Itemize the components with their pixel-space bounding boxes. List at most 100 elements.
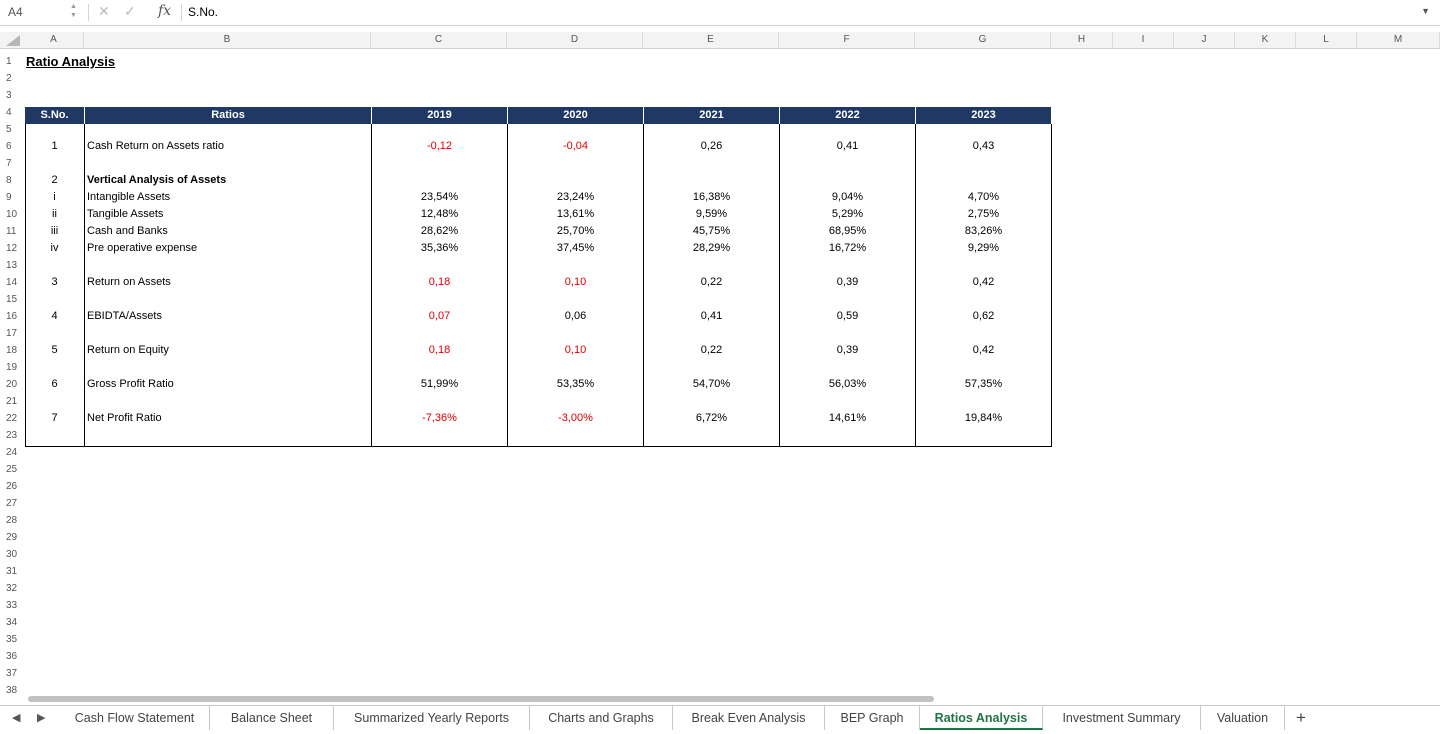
value-cell[interactable]: 0,10 xyxy=(508,342,643,359)
value-cell[interactable]: 0,43 xyxy=(916,138,1051,155)
row-header[interactable]: 14 xyxy=(0,274,24,291)
value-cell[interactable]: 23,24% xyxy=(508,189,643,206)
value-cell[interactable]: 14,61% xyxy=(780,410,915,427)
value-cell[interactable]: 12,48% xyxy=(372,206,507,223)
ratio-label-cell[interactable]: Intangible Assets xyxy=(87,189,170,206)
row-header[interactable]: 34 xyxy=(0,614,24,631)
row-header[interactable]: 2 xyxy=(0,70,24,87)
value-cell[interactable]: 9,59% xyxy=(644,206,779,223)
sheet-tab[interactable]: Ratios Analysis xyxy=(920,706,1043,730)
row-header[interactable]: 35 xyxy=(0,631,24,648)
sno-cell[interactable]: 1 xyxy=(25,138,84,155)
column-header[interactable]: G xyxy=(915,32,1051,48)
value-cell[interactable]: 0,22 xyxy=(644,274,779,291)
ratio-label-cell[interactable]: Net Profit Ratio xyxy=(87,410,162,427)
row-header[interactable]: 22 xyxy=(0,410,24,427)
value-cell[interactable]: -3,00% xyxy=(508,410,643,427)
sheet-tab[interactable]: BEP Graph xyxy=(825,706,920,730)
row-header[interactable]: 36 xyxy=(0,648,24,665)
value-cell[interactable]: 45,75% xyxy=(644,223,779,240)
ratio-label-cell[interactable]: Gross Profit Ratio xyxy=(87,376,174,393)
row-header[interactable]: 28 xyxy=(0,512,24,529)
x-icon[interactable]: ✕ xyxy=(98,3,110,20)
row-header[interactable]: 26 xyxy=(0,478,24,495)
ratio-label-cell[interactable]: Tangible Assets xyxy=(87,206,163,223)
row-header[interactable]: 10 xyxy=(0,206,24,223)
row-header[interactable]: 30 xyxy=(0,546,24,563)
row-header[interactable]: 23 xyxy=(0,427,24,444)
row-header[interactable]: 38 xyxy=(0,682,24,699)
value-cell[interactable]: 35,36% xyxy=(372,240,507,257)
value-cell[interactable]: 9,29% xyxy=(916,240,1051,257)
value-cell[interactable]: 54,70% xyxy=(644,376,779,393)
check-icon[interactable]: ✓ xyxy=(124,3,136,20)
row-header[interactable]: 11 xyxy=(0,223,24,240)
column-header[interactable]: D xyxy=(507,32,643,48)
column-header[interactable]: A xyxy=(24,32,84,48)
chevron-down-icon[interactable]: ▼ xyxy=(1421,6,1430,16)
header-year[interactable]: 2020 xyxy=(508,107,643,124)
row-header[interactable]: 1 xyxy=(0,53,24,70)
value-cell[interactable]: 0,22 xyxy=(644,342,779,359)
name-box-stepper-icon[interactable]: ▲ ▼ xyxy=(70,2,77,20)
row-header[interactable]: 12 xyxy=(0,240,24,257)
ratio-label-cell[interactable]: Cash Return on Assets ratio xyxy=(87,138,224,155)
row-header[interactable]: 37 xyxy=(0,665,24,682)
header-year[interactable]: 2023 xyxy=(916,107,1051,124)
row-header[interactable]: 18 xyxy=(0,342,24,359)
value-cell[interactable]: 0,39 xyxy=(780,274,915,291)
header-year[interactable]: 2019 xyxy=(372,107,507,124)
value-cell[interactable] xyxy=(916,172,1051,189)
column-header[interactable]: H xyxy=(1051,32,1113,48)
value-cell[interactable]: 0,26 xyxy=(644,138,779,155)
horizontal-scrollbar[interactable] xyxy=(28,696,934,702)
header-ratios[interactable]: Ratios xyxy=(85,107,371,124)
column-header[interactable]: B xyxy=(84,32,371,48)
row-header[interactable]: 20 xyxy=(0,376,24,393)
value-cell[interactable]: 25,70% xyxy=(508,223,643,240)
value-cell[interactable]: 0,42 xyxy=(916,342,1051,359)
value-cell[interactable]: 23,54% xyxy=(372,189,507,206)
value-cell[interactable]: 2,75% xyxy=(916,206,1051,223)
value-cell[interactable]: 83,26% xyxy=(916,223,1051,240)
row-header[interactable]: 16 xyxy=(0,308,24,325)
value-cell[interactable]: 0,10 xyxy=(508,274,643,291)
sno-cell[interactable]: 5 xyxy=(25,342,84,359)
column-header[interactable]: I xyxy=(1113,32,1174,48)
row-header[interactable]: 4 xyxy=(0,104,24,121)
value-cell[interactable]: 16,38% xyxy=(644,189,779,206)
ratio-label-cell[interactable]: Cash and Banks xyxy=(87,223,168,240)
value-cell[interactable]: -0,12 xyxy=(372,138,507,155)
sheet-tab[interactable]: Cash Flow Statement xyxy=(60,706,210,730)
value-cell[interactable]: 0,07 xyxy=(372,308,507,325)
value-cell[interactable]: 56,03% xyxy=(780,376,915,393)
value-cell[interactable]: -0,04 xyxy=(508,138,643,155)
value-cell[interactable]: 37,45% xyxy=(508,240,643,257)
ratio-label-cell[interactable]: Return on Assets xyxy=(87,274,171,291)
ratio-label-cell[interactable]: Return on Equity xyxy=(87,342,169,359)
formula-input[interactable]: S.No. xyxy=(188,5,218,19)
header-sno[interactable]: S.No. xyxy=(25,107,84,124)
row-header[interactable]: 25 xyxy=(0,461,24,478)
row-header[interactable]: 6 xyxy=(0,138,24,155)
value-cell[interactable]: 0,18 xyxy=(372,342,507,359)
row-header[interactable]: 21 xyxy=(0,393,24,410)
value-cell[interactable]: 57,35% xyxy=(916,376,1051,393)
sno-cell[interactable]: 6 xyxy=(25,376,84,393)
sno-cell[interactable]: i xyxy=(25,189,84,206)
row-header[interactable]: 7 xyxy=(0,155,24,172)
value-cell[interactable]: 9,04% xyxy=(780,189,915,206)
ratio-label-cell[interactable]: Vertical Analysis of Assets xyxy=(87,172,226,189)
row-header[interactable]: 15 xyxy=(0,291,24,308)
value-cell[interactable]: 0,39 xyxy=(780,342,915,359)
row-header[interactable]: 13 xyxy=(0,257,24,274)
value-cell[interactable]: 28,29% xyxy=(644,240,779,257)
fx-icon[interactable]: fx xyxy=(158,3,171,19)
add-sheet-icon[interactable]: + xyxy=(1296,708,1306,728)
sno-cell[interactable]: 2 xyxy=(25,172,84,189)
sheet-tab[interactable]: Summarized Yearly Reports xyxy=(334,706,530,730)
row-header[interactable]: 33 xyxy=(0,597,24,614)
column-header[interactable]: J xyxy=(1174,32,1235,48)
prev-sheet-icon[interactable]: ◀ xyxy=(12,711,20,724)
sheet-tab[interactable]: Break Even Analysis xyxy=(673,706,825,730)
